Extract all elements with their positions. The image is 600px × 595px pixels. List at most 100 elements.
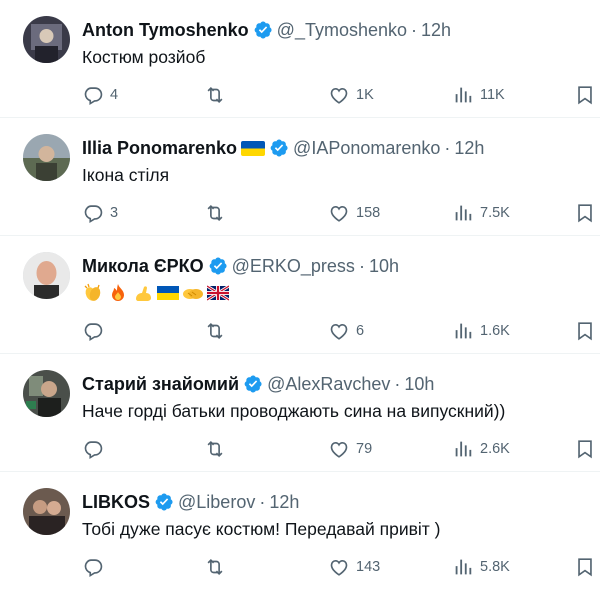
views-icon	[455, 205, 472, 221]
like-count: 158	[356, 205, 381, 221]
like-icon	[330, 560, 348, 576]
like-count: 79	[356, 441, 373, 457]
tweet[interactable]: Микола ЄРКО @ERKO_press · 10h 6 1.6K	[0, 236, 600, 354]
views-icon	[455, 323, 472, 339]
tweet-actions: 6 1.6K	[0, 318, 600, 344]
bookmark-button[interactable]	[574, 200, 596, 226]
timestamp[interactable]: 10h	[404, 374, 434, 395]
retweet-icon	[207, 86, 223, 104]
verified-badge-icon	[243, 374, 263, 394]
views-button[interactable]: 5.8K	[452, 554, 510, 580]
verified-badge-icon	[253, 20, 273, 40]
tweet[interactable]: Illia Ponomarenko @IAPonomarenko · 12h І…	[0, 118, 600, 236]
author-handle[interactable]: @_Tymoshenko	[277, 20, 407, 41]
avatar[interactable]	[23, 16, 70, 63]
retweet-icon	[207, 558, 223, 576]
author-name[interactable]: Illia Ponomarenko	[82, 138, 237, 159]
tweet-text: Наче горді батьки проводжають сина на ви…	[82, 401, 506, 421]
bookmark-icon	[578, 322, 592, 341]
reply-button[interactable]: 4	[82, 82, 118, 108]
tweet-header: LIBKOS @Liberov · 12h	[82, 490, 580, 514]
bookmark-button[interactable]	[574, 554, 596, 580]
like-button[interactable]: 1K	[328, 82, 374, 108]
bookmark-button[interactable]	[574, 436, 596, 462]
retweet-button[interactable]	[204, 82, 232, 108]
avatar[interactable]	[23, 488, 70, 535]
views-count: 1.6K	[480, 323, 510, 339]
ukraine-flag-icon	[157, 282, 179, 304]
tweet-emoji-text	[82, 281, 229, 305]
separator-dot: ·	[411, 19, 418, 40]
author-handle[interactable]: @IAPonomarenko	[293, 138, 440, 159]
author-name[interactable]: Старий знайомий	[82, 374, 239, 395]
verified-badge-icon	[208, 256, 228, 276]
like-icon	[330, 206, 348, 222]
tweet[interactable]: LIBKOS @Liberov · 12h Тобі дуже пасує ко…	[0, 472, 600, 590]
separator-dot: ·	[394, 373, 401, 394]
timestamp[interactable]: 12h	[421, 20, 451, 41]
fire-icon	[107, 282, 129, 304]
views-button[interactable]: 2.6K	[452, 436, 510, 462]
tweet-actions: 4 1K 11K	[0, 82, 600, 108]
views-count: 11K	[480, 87, 505, 103]
tweet-header: Старий знайомий @AlexRavchev · 10h	[82, 372, 580, 396]
views-button[interactable]: 1.6K	[452, 318, 510, 344]
reply-icon	[84, 323, 103, 341]
reply-count: 3	[110, 205, 119, 221]
retweet-button[interactable]	[204, 318, 232, 344]
retweet-button[interactable]	[204, 554, 232, 580]
bookmark-button[interactable]	[574, 318, 596, 344]
retweet-icon	[207, 204, 223, 222]
tweet-header: Anton Tymoshenko @_Tymoshenko · 12h	[82, 18, 580, 42]
avatar[interactable]	[23, 134, 70, 181]
separator-dot: ·	[444, 137, 451, 158]
views-icon	[455, 559, 472, 575]
author-handle[interactable]: @ERKO_press	[232, 256, 355, 277]
reply-button[interactable]	[82, 318, 110, 344]
bookmark-icon	[578, 558, 592, 577]
bookmark-icon	[578, 440, 592, 459]
author-name[interactable]: Микола ЄРКО	[82, 256, 204, 277]
like-button[interactable]: 6	[328, 318, 364, 344]
like-count: 143	[356, 559, 381, 575]
like-icon	[330, 442, 348, 458]
clapping-hands-icon	[82, 282, 104, 304]
reply-button[interactable]	[82, 554, 110, 580]
avatar[interactable]	[23, 370, 70, 417]
tweet[interactable]: Старий знайомий @AlexRavchev · 10h Наче …	[0, 354, 600, 472]
views-button[interactable]: 11K	[452, 82, 505, 108]
avatar[interactable]	[23, 252, 70, 299]
retweet-button[interactable]	[204, 436, 232, 462]
like-icon	[330, 324, 348, 340]
reply-icon	[84, 205, 103, 223]
like-button[interactable]: 158	[328, 200, 380, 226]
author-name[interactable]: Anton Tymoshenko	[82, 20, 249, 41]
reply-button[interactable]: 3	[82, 200, 118, 226]
like-button[interactable]: 143	[328, 554, 380, 580]
timestamp[interactable]: 12h	[454, 138, 484, 159]
handshake-icon	[182, 282, 204, 304]
retweet-button[interactable]	[204, 200, 232, 226]
author-name[interactable]: LIBKOS	[82, 492, 150, 513]
like-count: 6	[356, 323, 365, 339]
reply-icon	[84, 559, 103, 577]
reply-icon	[84, 87, 103, 105]
flexed-biceps-icon	[132, 282, 154, 304]
views-button[interactable]: 7.5K	[452, 200, 510, 226]
retweet-icon	[207, 440, 223, 458]
views-icon	[455, 87, 472, 103]
like-button[interactable]: 79	[328, 436, 372, 462]
timestamp[interactable]: 12h	[269, 492, 299, 513]
bookmark-icon	[578, 86, 592, 105]
timestamp[interactable]: 10h	[369, 256, 399, 277]
tweet-text: Тобі дуже пасує костюм! Передавай привіт…	[82, 519, 441, 539]
author-handle[interactable]: @Liberov	[178, 492, 255, 513]
uk-flag-icon	[207, 282, 229, 304]
bookmark-button[interactable]	[574, 82, 596, 108]
author-handle[interactable]: @AlexRavchev	[267, 374, 390, 395]
tweet-text: Ікона стіля	[82, 165, 170, 185]
separator-dot: ·	[259, 491, 266, 512]
tweet[interactable]: Anton Tymoshenko @_Tymoshenko · 12h Кост…	[0, 0, 600, 118]
reply-button[interactable]	[82, 436, 110, 462]
like-icon	[330, 88, 348, 104]
